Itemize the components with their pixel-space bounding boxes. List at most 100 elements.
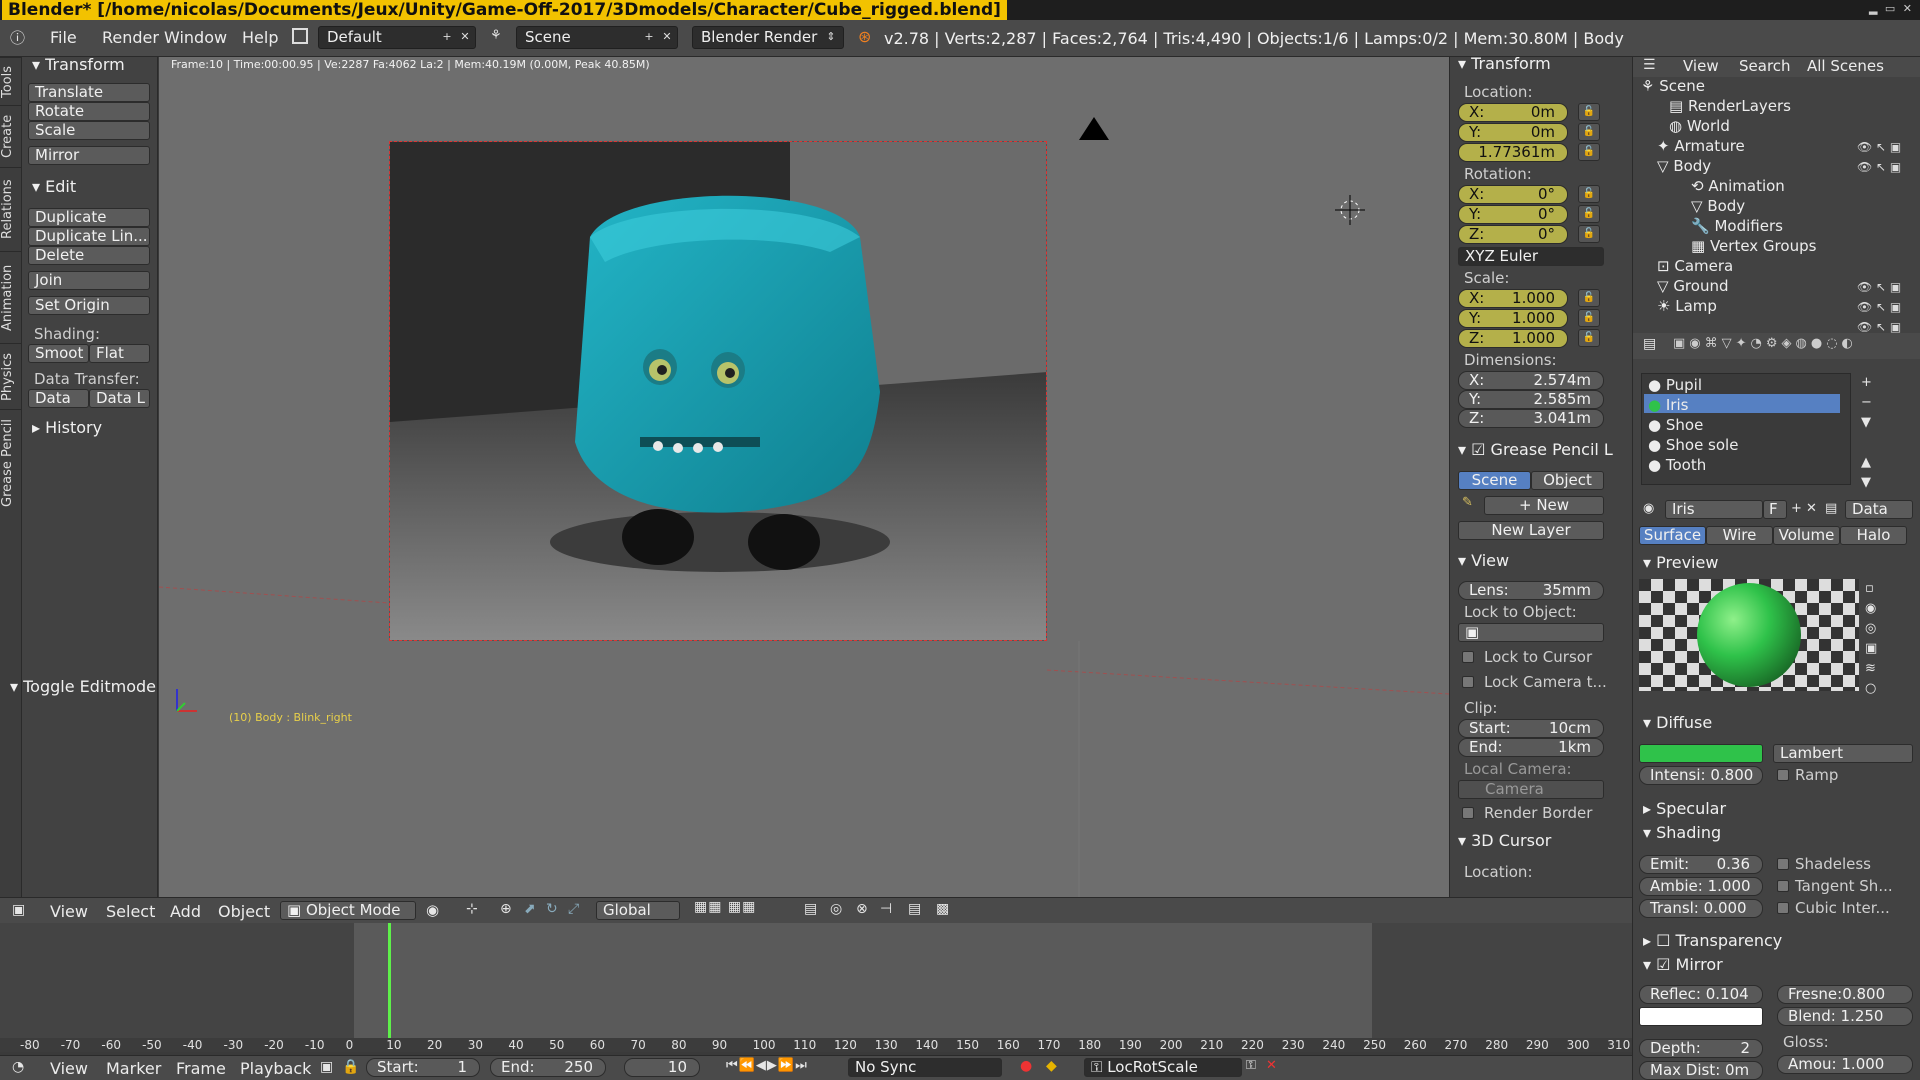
material-slot-list[interactable]: ● Pupil ● Iris ● Shoe ● Shoe sole ● Toot… <box>1641 373 1851 485</box>
n-transform-header[interactable]: ▾ Transform <box>1458 57 1551 73</box>
material-name-field[interactable]: Iris <box>1665 500 1763 519</box>
3d-viewport[interactable]: Frame:10 | Time:00:00.95 | Ve:2287 Fa:40… <box>159 57 1449 897</box>
layout-icon[interactable] <box>292 28 308 44</box>
outliner-modifiers[interactable]: 🔧 Modifiers <box>1691 217 1783 235</box>
lock-icon[interactable]: 🔓 <box>1578 205 1600 223</box>
tab-wire[interactable]: Wire <box>1706 526 1773 545</box>
outliner-scene[interactable]: ⚘ Scene <box>1641 77 1705 95</box>
location-z-field[interactable]: 1.77361m <box>1458 143 1568 162</box>
menu-add[interactable]: Add <box>170 902 201 921</box>
tab-tools[interactable]: Tools <box>0 57 22 105</box>
menu-file[interactable]: File <box>50 28 77 47</box>
lock-object-field[interactable]: ▣ <box>1458 623 1604 642</box>
diffuse-header[interactable]: ▾ Diffuse <box>1643 713 1712 732</box>
window-controls[interactable]: ▂ ▭ ✕ <box>1869 2 1914 15</box>
shadeless-checkbox[interactable] <box>1777 858 1789 870</box>
shading-mode-icon[interactable]: ◉ <box>426 901 439 919</box>
view-panel-header[interactable]: ▾ View <box>1458 551 1509 570</box>
flat-shading-button[interactable]: Flat <box>89 344 150 363</box>
menu-help[interactable]: Help <box>242 28 278 47</box>
lens-field[interactable]: Lens: 35mm <box>1458 581 1604 600</box>
scale-button[interactable]: Scale <box>28 121 150 140</box>
rotation-y-field[interactable]: Y: 0° <box>1458 205 1568 224</box>
join-button[interactable]: Join <box>28 271 150 290</box>
link-dropdown[interactable]: Data <box>1845 500 1913 519</box>
outliner-renderlayers[interactable]: ▤ RenderLayers <box>1669 97 1791 115</box>
specular-header[interactable]: ▸ Specular <box>1643 799 1726 818</box>
record-icon[interactable]: ● <box>1020 1058 1032 1074</box>
menu-frame[interactable]: Frame <box>176 1059 226 1078</box>
render-border-checkbox[interactable] <box>1462 807 1474 819</box>
material-slot[interactable]: ● Shoe <box>1648 416 1703 434</box>
editor-type-icon[interactable]: ☰ <box>1643 57 1656 73</box>
tab-animation[interactable]: Animation <box>0 251 22 343</box>
outliner-body[interactable]: ▽ Body <box>1657 157 1711 175</box>
scene-icon[interactable]: ⚘ <box>490 28 502 43</box>
slot-add-remove-icons[interactable]: + − ▼ ▲ ▼ <box>1861 373 1872 493</box>
start-frame-field[interactable]: Start: 1 <box>366 1058 480 1077</box>
orientation-dropdown[interactable]: Global <box>596 901 680 920</box>
duplicate-button[interactable]: Duplicate <box>28 208 150 227</box>
lock-icon[interactable]: 🔓 <box>1578 143 1600 161</box>
tab-physics[interactable]: Physics <box>0 343 22 409</box>
lock-icon[interactable]: 🔓 <box>1578 103 1600 121</box>
local-camera-field[interactable]: Camera <box>1458 780 1604 799</box>
shading-header[interactable]: ▾ Shading <box>1643 823 1721 842</box>
menu-object[interactable]: Object <box>218 902 270 921</box>
tab-surface[interactable]: Surface <box>1639 526 1706 545</box>
tangent-shading-checkbox[interactable] <box>1777 880 1789 892</box>
gloss-amount-field[interactable]: Amou: 1.000 <box>1777 1055 1913 1074</box>
layer-buttons-icon[interactable]: ▦▦ ▦▦ <box>694 899 756 915</box>
tab-grease-pencil[interactable]: Grease Pencil <box>0 409 22 517</box>
material-slot[interactable]: ● Pupil <box>1648 376 1702 394</box>
preview-type-icons[interactable]: ▫ ◉ ◎ ▣ ≋ ○ <box>1865 579 1877 699</box>
remove-layout-icon[interactable]: ✕ <box>457 29 473 46</box>
editor-type-icon[interactable]: ▤ <box>1643 336 1656 352</box>
data-transfer-layout-button[interactable]: Data L <box>89 389 150 408</box>
end-frame-field[interactable]: End: 250 <box>490 1058 606 1077</box>
clip-start-field[interactable]: Start: 10cm <box>1458 719 1604 738</box>
keying-set-field[interactable]: ⚿ LocRotScale <box>1084 1058 1242 1077</box>
outliner-animation[interactable]: ⟲ Animation <box>1691 177 1785 195</box>
delete-key-icon[interactable]: ✕ <box>1266 1058 1277 1073</box>
translucency-field[interactable]: Transl: 0.000 <box>1639 899 1763 918</box>
menu-playback[interactable]: Playback <box>240 1059 311 1078</box>
3d-cursor-header[interactable]: ▾ 3D Cursor <box>1458 831 1551 850</box>
current-frame-field[interactable]: 10 <box>624 1058 700 1077</box>
edit-panel-header[interactable]: ▾ Edit <box>32 177 76 196</box>
timeline[interactable]: -80 -70 -60 -50 -40 -30 -20 -10 0 10 20 30 40 50 60 70 8… <box>0 923 1632 1052</box>
scale-manipulator-icon[interactable]: ⤢ <box>568 901 579 917</box>
menu-view[interactable]: View <box>50 1059 88 1078</box>
add-scene-icon[interactable]: + <box>641 29 657 46</box>
outliner-armature[interactable]: ✦ Armature <box>1657 137 1745 155</box>
rotation-z-field[interactable]: Z: 0° <box>1458 225 1568 244</box>
blend-field[interactable]: Blend: 1.250 <box>1777 1007 1913 1026</box>
proportional-edit-icon[interactable]: ◎ <box>830 901 842 917</box>
dimensions-y-field[interactable]: Y: 2.585m <box>1458 390 1604 409</box>
lock-icon[interactable]: 🔓 <box>1578 225 1600 243</box>
render-engine-selector[interactable]: Blender Render ⇕ <box>692 26 844 49</box>
add-material-icon[interactable]: + ✕ <box>1791 501 1817 516</box>
outliner-ground[interactable]: ▽ Ground <box>1657 277 1729 295</box>
reflectivity-field[interactable]: Reflec: 0.104 <box>1639 985 1763 1004</box>
render-animation-icon[interactable]: ▩ <box>936 901 949 917</box>
lock-to-cursor-checkbox[interactable] <box>1462 651 1474 663</box>
editor-type-icon[interactable]: ◔ <box>12 1059 24 1075</box>
outliner-body-mesh[interactable]: ▽ Body <box>1691 197 1745 215</box>
set-origin-button[interactable]: Set Origin <box>28 296 150 315</box>
clip-end-field[interactable]: End: 1km <box>1458 738 1604 757</box>
material-slot[interactable]: ● Shoe sole <box>1648 436 1738 454</box>
dimensions-x-field[interactable]: X: 2.574m <box>1458 371 1604 390</box>
snap-target-icon[interactable]: ⊣ <box>880 901 892 917</box>
diffuse-intensity-field[interactable]: Intensi: 0.800 <box>1639 766 1763 785</box>
data-transfer-button[interactable]: Data <box>28 389 89 408</box>
lock-icon[interactable]: 🔒 <box>342 1059 359 1075</box>
lock-icon[interactable]: 🔓 <box>1578 185 1600 203</box>
lock-icon[interactable]: 🔓 <box>1578 329 1600 347</box>
snap-icon[interactable]: ⊗ <box>856 901 868 917</box>
tab-volume[interactable]: Volume <box>1773 526 1840 545</box>
outliner-search-menu[interactable]: Search <box>1739 57 1791 75</box>
mirror-button[interactable]: Mirror <box>28 146 150 165</box>
gp-new-button[interactable]: + New <box>1484 496 1604 515</box>
rotate-manipulator-icon[interactable]: ↻ <box>546 901 558 917</box>
